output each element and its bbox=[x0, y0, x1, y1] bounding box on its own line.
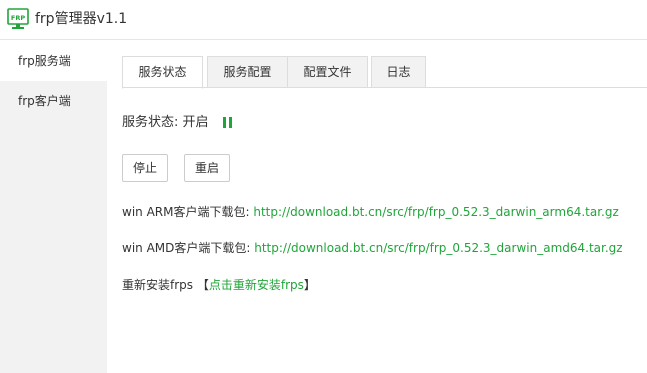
sidebar-item-frp-client[interactable]: frp客户端 bbox=[0, 81, 107, 121]
tab-divider bbox=[122, 87, 647, 88]
download-arm-label: win ARM客户端下载包: bbox=[122, 205, 250, 219]
reinstall-label: 重新安装frps bbox=[122, 278, 194, 292]
reinstall-link[interactable]: 点击重新安装frps bbox=[209, 278, 304, 292]
tab-config-file[interactable]: 配置文件 bbox=[287, 56, 368, 88]
title-bar: FRP frp管理器v1.1 bbox=[0, 0, 647, 40]
restart-button[interactable]: 重启 bbox=[184, 154, 230, 182]
tab-service-config[interactable]: 服务配置 bbox=[207, 56, 288, 88]
bracket-close: 】 bbox=[303, 278, 316, 292]
tab-log[interactable]: 日志 bbox=[371, 56, 426, 88]
download-arm-row: win ARM客户端下载包: http://download.bt.cn/src… bbox=[122, 204, 619, 220]
sidebar-item-frp-server[interactable]: frp服务端 bbox=[0, 41, 107, 81]
app-icon-text: FRP bbox=[11, 14, 25, 22]
bracket-open: 【 bbox=[196, 278, 209, 292]
download-amd-row: win AMD客户端下载包: http://download.bt.cn/src… bbox=[122, 240, 623, 256]
running-status-icon bbox=[223, 117, 232, 128]
download-amd-link[interactable]: http://download.bt.cn/src/frp/frp_0.52.3… bbox=[254, 241, 622, 255]
frp-monitor-icon: FRP bbox=[7, 8, 29, 29]
tab-service-status[interactable]: 服务状态 bbox=[122, 56, 203, 89]
download-amd-label: win AMD客户端下载包: bbox=[122, 241, 251, 255]
stop-button[interactable]: 停止 bbox=[122, 154, 168, 182]
app-title: frp管理器v1.1 bbox=[35, 11, 128, 27]
reinstall-row: 重新安装frps 【点击重新安装frps】 bbox=[122, 277, 316, 293]
sidebar: frp服务端 frp客户端 bbox=[0, 41, 107, 373]
service-status-text: 服务状态: 开启 bbox=[122, 115, 209, 130]
download-arm-link[interactable]: http://download.bt.cn/src/frp/frp_0.52.3… bbox=[253, 205, 618, 219]
